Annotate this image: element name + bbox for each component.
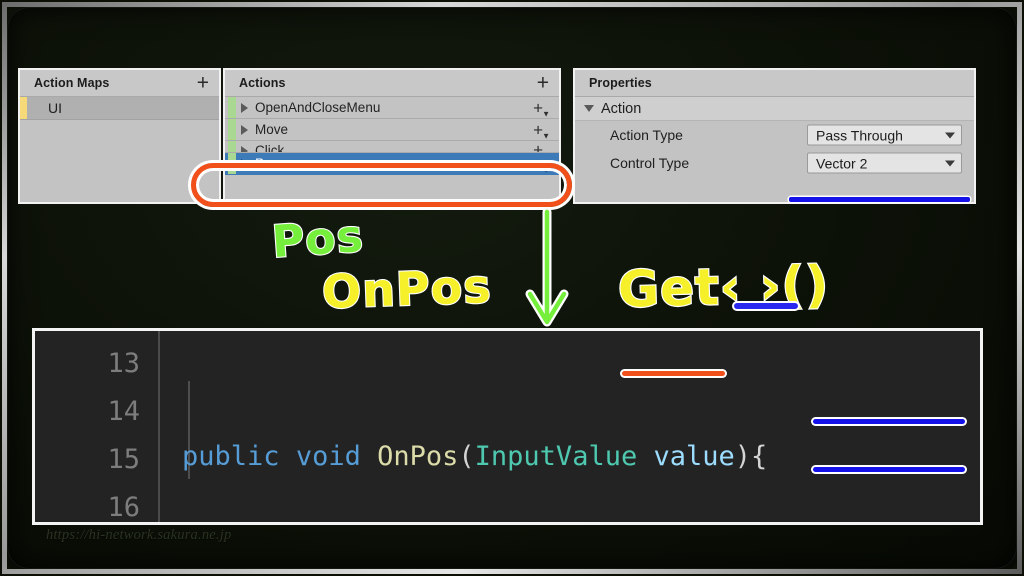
annotation-get-generic-text: Get‹ ›() — [616, 254, 831, 320]
control-type-dropdown[interactable]: Vector 2 — [807, 152, 962, 174]
action-label: Click — [255, 143, 285, 153]
action-row-move[interactable]: Move +▼ — [225, 119, 559, 141]
line-number: 15 — [107, 444, 140, 475]
action-map-row-ui[interactable]: UI — [20, 97, 219, 120]
add-binding-icon[interactable]: +▼ — [533, 142, 551, 153]
annotation-underline-onpos — [622, 371, 725, 376]
properties-header: Properties — [575, 70, 974, 97]
chevron-down-icon[interactable] — [584, 105, 594, 112]
annotation-onpos-text: OnPos — [320, 258, 494, 320]
actions-panel: Actions + OpenAndCloseMenu +▼ Move +▼ Cl… — [223, 68, 561, 204]
annotation-pos-text: Pos — [269, 210, 366, 269]
property-label: Control Type — [610, 155, 690, 171]
action-label: OpenAndCloseMenu — [255, 100, 381, 115]
action-accent-bar — [228, 141, 236, 152]
code-line: public void OnPos(InputValue value){ — [182, 441, 768, 472]
expander-triangle-icon[interactable] — [241, 102, 248, 113]
expander-triangle-icon[interactable] — [241, 124, 248, 135]
add-action-map-icon[interactable]: + — [197, 73, 209, 94]
expander-triangle-icon[interactable] — [241, 145, 248, 152]
line-number-gutter: 13 14 15 16 — [35, 331, 160, 522]
action-row-click[interactable]: Click +▼ — [225, 141, 559, 153]
control-type-value: Vector 2 — [816, 155, 868, 171]
action-row-openandclosemenu[interactable]: OpenAndCloseMenu +▼ — [225, 97, 559, 119]
action-accent-bar — [228, 97, 236, 118]
add-binding-icon[interactable]: +▼ — [533, 99, 551, 118]
action-label: Pos — [255, 156, 279, 171]
down-arrow-icon — [525, 208, 569, 327]
properties-body: Action Action Type Pass Through Control … — [575, 97, 974, 202]
code-editor-block: 13 14 15 16 public void OnPos(InputValue… — [32, 328, 983, 525]
selection-accent-bar — [20, 97, 27, 119]
annotation-underline-vector2-y — [813, 467, 965, 472]
properties-title: Properties — [589, 76, 652, 90]
action-type-dropdown[interactable]: Pass Through — [807, 124, 962, 146]
watermark-url: https://hi-network.sakura.ne.jp — [46, 527, 232, 543]
control-type-blue-underline-annotation — [789, 197, 970, 202]
action-maps-panel: Action Maps + UI — [18, 68, 221, 204]
add-binding-icon[interactable]: +▼ — [533, 155, 551, 174]
action-maps-title: Action Maps — [34, 76, 110, 90]
add-binding-icon[interactable]: +▼ — [533, 121, 551, 140]
line-number: 16 — [107, 492, 140, 523]
chevron-down-icon — [945, 132, 955, 138]
property-row-control-type: Control Type Vector 2 — [575, 149, 974, 177]
line-number: 14 — [107, 396, 140, 427]
actions-title: Actions — [239, 76, 286, 90]
code-text-area[interactable]: public void OnPos(InputValue value){ pos… — [160, 331, 980, 522]
action-foldout-label: Action — [601, 100, 642, 117]
line-number: 13 — [107, 348, 140, 379]
properties-panel: Properties Action Action Type Pass Throu… — [573, 68, 976, 204]
action-map-label: UI — [48, 100, 62, 116]
action-maps-header: Action Maps + — [20, 70, 219, 97]
action-label: Move — [255, 122, 289, 137]
annotation-get-blank-underline — [734, 303, 798, 309]
action-row-pos[interactable]: Pos +▼ — [225, 153, 559, 175]
screenshot-root: Action Maps + UI Actions + OpenAndCloseM… — [0, 0, 1024, 576]
chevron-down-icon — [945, 160, 955, 166]
property-row-action-type: Action Type Pass Through — [575, 121, 974, 149]
action-type-value: Pass Through — [816, 127, 903, 143]
actions-header: Actions + — [225, 70, 559, 97]
actions-list: OpenAndCloseMenu +▼ Move +▼ Click +▼ Pos… — [225, 97, 559, 202]
action-foldout[interactable]: Action — [575, 97, 974, 121]
action-accent-bar — [228, 119, 236, 140]
expander-triangle-icon[interactable] — [241, 158, 248, 169]
add-action-icon[interactable]: + — [537, 73, 549, 94]
action-accent-bar — [228, 153, 236, 174]
annotation-underline-vector2-x — [813, 419, 965, 424]
action-maps-list: UI — [20, 97, 219, 202]
property-label: Action Type — [610, 127, 683, 143]
